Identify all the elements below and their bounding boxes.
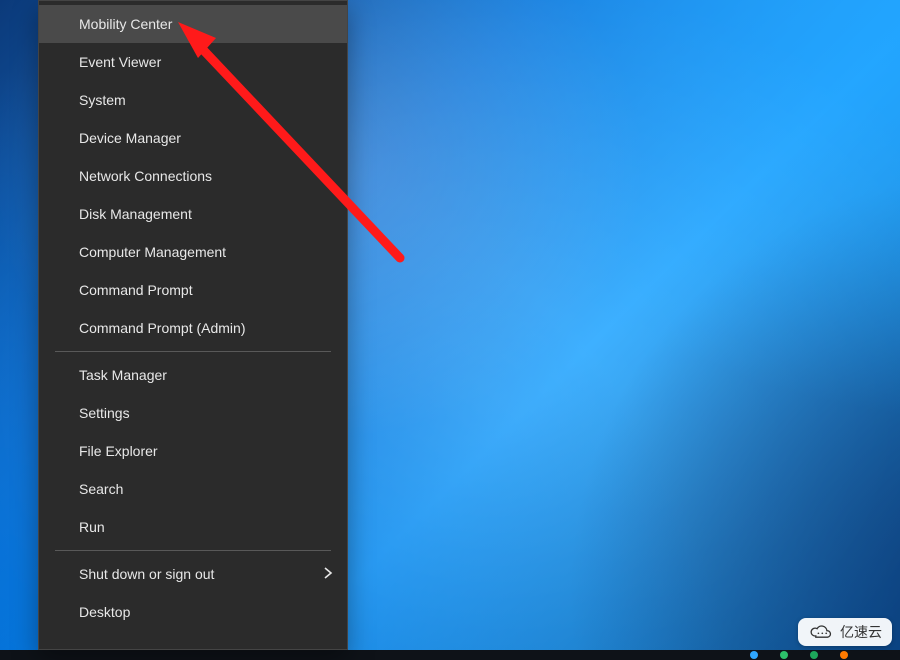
watermark-badge: 亿速云 [798,618,892,646]
menu-item-command-prompt-admin[interactable]: Command Prompt (Admin) [39,309,347,347]
watermark-text: 亿速云 [840,622,882,642]
menu-item-system[interactable]: System [39,81,347,119]
desktop-background: Mobility Center Event Viewer System Devi… [0,0,900,660]
menu-item-label: System [79,92,126,108]
menu-item-label: Mobility Center [79,16,172,32]
winx-power-menu: Mobility Center Event Viewer System Devi… [38,0,348,650]
menu-item-computer-management[interactable]: Computer Management [39,233,347,271]
menu-item-label: Network Connections [79,168,212,184]
menu-item-shutdown-or-signout[interactable]: Shut down or sign out [39,555,347,593]
taskbar-icon[interactable] [750,651,758,659]
menu-item-label: Settings [79,405,130,421]
menu-item-run[interactable]: Run [39,508,347,546]
menu-item-label: Task Manager [79,367,167,383]
menu-item-task-manager[interactable]: Task Manager [39,356,347,394]
menu-item-event-viewer[interactable]: Event Viewer [39,43,347,81]
menu-item-device-manager[interactable]: Device Manager [39,119,347,157]
menu-item-label: Event Viewer [79,54,161,70]
cloud-icon [808,623,834,641]
menu-separator [55,351,331,352]
menu-item-settings[interactable]: Settings [39,394,347,432]
taskbar-icon[interactable] [840,651,848,659]
menu-item-label: Shut down or sign out [79,566,214,582]
menu-item-search[interactable]: Search [39,470,347,508]
menu-item-command-prompt[interactable]: Command Prompt [39,271,347,309]
menu-item-label: Desktop [79,604,130,620]
menu-item-label: Device Manager [79,130,181,146]
menu-item-network-connections[interactable]: Network Connections [39,157,347,195]
menu-item-label: Disk Management [79,206,192,222]
taskbar-icons [750,650,848,660]
menu-separator [55,550,331,551]
menu-item-label: Computer Management [79,244,226,260]
taskbar-icon[interactable] [780,651,788,659]
menu-item-file-explorer[interactable]: File Explorer [39,432,347,470]
menu-item-label: Command Prompt (Admin) [79,320,246,336]
taskbar-icon[interactable] [810,651,818,659]
menu-item-label: Command Prompt [79,282,193,298]
menu-item-desktop[interactable]: Desktop [39,593,347,631]
chevron-right-icon [323,566,333,582]
menu-item-disk-management[interactable]: Disk Management [39,195,347,233]
menu-item-label: Search [79,481,123,497]
menu-item-label: File Explorer [79,443,158,459]
menu-item-label: Run [79,519,105,535]
menu-item-mobility-center[interactable]: Mobility Center [39,5,347,43]
